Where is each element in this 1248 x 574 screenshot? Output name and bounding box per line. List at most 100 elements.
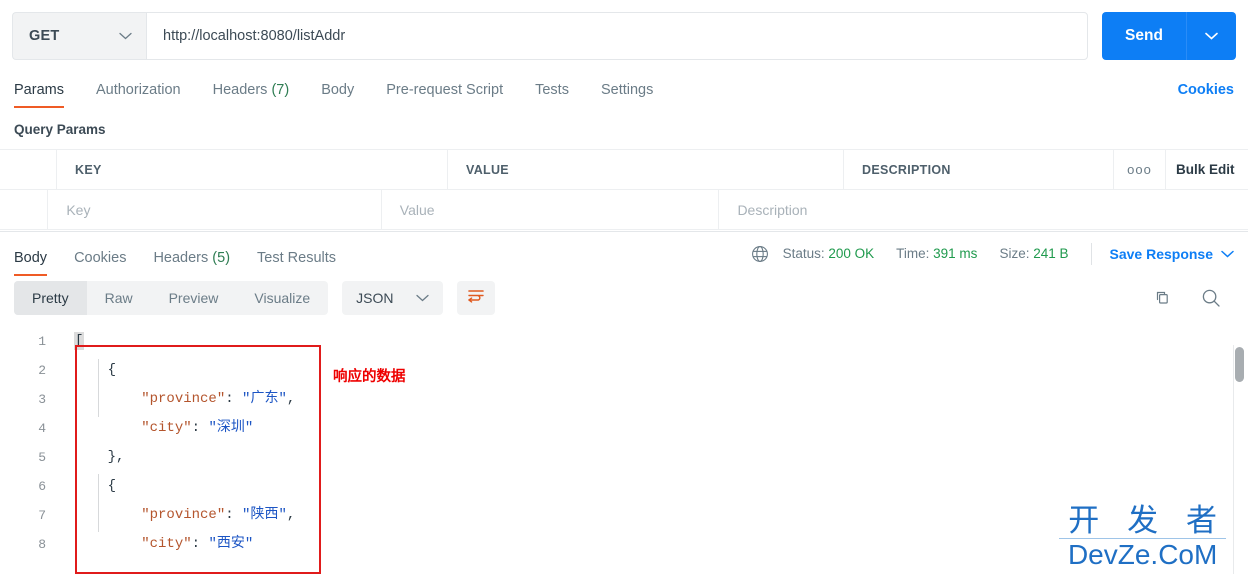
view-mode-pretty[interactable]: Pretty	[14, 281, 87, 315]
tab-authorization-label: Authorization	[95, 82, 181, 98]
bulk-edit-button[interactable]: Bulk Edit	[1166, 150, 1248, 189]
view-mode-visualize[interactable]: Visualize	[236, 281, 328, 315]
param-description-input[interactable]: Description	[719, 190, 1248, 229]
response-tab-cookies-label: Cookies	[74, 249, 127, 266]
tab-params-label: Params	[14, 82, 64, 98]
send-button[interactable]: Send	[1102, 12, 1186, 60]
line-number: 4	[38, 421, 46, 436]
send-options-button[interactable]	[1186, 12, 1236, 60]
table-options-button[interactable]: ooo	[1114, 150, 1166, 189]
vertical-scrollbar[interactable]	[1235, 345, 1244, 574]
cookies-link[interactable]: Cookies	[1178, 82, 1234, 108]
search-icon[interactable]	[1200, 287, 1222, 309]
divider	[1090, 242, 1092, 265]
code-token: "province"	[141, 507, 226, 523]
postman-window: GET http://localhost:8080/listAddr Send …	[0, 0, 1248, 574]
query-params-title: Query Params	[14, 122, 106, 137]
response-tab-test-results[interactable]: Test Results	[257, 250, 336, 276]
response-format-label: JSON	[356, 290, 394, 306]
time-label: Time:	[896, 246, 930, 261]
code-token: "西安"	[208, 536, 254, 552]
row-checkbox-cell[interactable]	[0, 190, 49, 229]
param-value-input[interactable]: Value	[382, 190, 720, 229]
line-number: 5	[38, 450, 46, 465]
column-header-description-label: DESCRIPTION	[862, 162, 951, 177]
status-badge: Status: 200 OK	[783, 246, 875, 261]
copy-icon[interactable]	[1152, 288, 1172, 308]
response-tab-cookies[interactable]: Cookies	[74, 250, 126, 276]
http-method-select[interactable]: GET	[12, 12, 146, 60]
tab-pre-request-script[interactable]: Pre-request Script	[386, 82, 503, 108]
response-tab-headers-label: Headers	[153, 249, 209, 266]
table-row: Key Value Description	[0, 190, 1248, 230]
scrollbar-track-line	[1233, 345, 1234, 574]
size-badge: Size: 241 B	[999, 246, 1068, 261]
column-header-description: DESCRIPTION	[844, 150, 1114, 189]
code-line: "province": "陕西",	[74, 501, 295, 530]
size-value: 241 B	[1033, 246, 1069, 261]
globe-icon	[751, 245, 769, 263]
more-options-icon: ooo	[1127, 162, 1152, 177]
save-response-button[interactable]: Save Response	[1110, 246, 1214, 262]
size-label: Size:	[999, 246, 1030, 261]
response-format-select[interactable]: JSON	[342, 281, 443, 315]
response-view-toolbar: Pretty Raw Preview Visualize JSON	[0, 275, 1248, 321]
tab-body-label: Body	[321, 82, 355, 98]
line-number: 2	[38, 363, 46, 378]
line-number: 6	[38, 479, 46, 494]
code-line: "city": "深圳"	[74, 414, 295, 443]
tab-headers-label: Headers	[212, 82, 268, 98]
response-body-viewer[interactable]: 12345678910 [ { "province": "广东", "city"…	[0, 321, 1248, 555]
code-token: }	[107, 449, 117, 465]
response-tab-headers[interactable]: Headers (5)	[153, 250, 230, 276]
line-number: 7	[38, 508, 46, 523]
annotation-text: 响应的数据	[333, 369, 406, 385]
column-header-key-label: KEY	[75, 162, 102, 177]
code-token: :	[191, 536, 209, 552]
column-header-value: VALUE	[448, 150, 844, 189]
response-tab-test-results-label: Test Results	[257, 249, 337, 266]
tab-headers[interactable]: Headers (7)	[213, 82, 290, 108]
response-meta: Status: 200 OK Time: 391 ms Size: 241 B …	[751, 242, 1234, 265]
wrap-lines-button[interactable]	[456, 281, 495, 315]
tab-tests[interactable]: Tests	[535, 82, 569, 108]
view-mode-preview[interactable]: Preview	[151, 281, 237, 315]
param-description-placeholder: Description	[737, 201, 808, 218]
request-url-input[interactable]: http://localhost:8080/listAddr	[146, 12, 1088, 60]
table-header-row: KEY VALUE DESCRIPTION ooo Bulk Edit	[0, 150, 1248, 190]
status-value: 200 OK	[828, 246, 875, 261]
request-tabs: Params Authorization Headers (7) Body Pr…	[0, 68, 1248, 108]
view-mode-segmented-control: Pretty Raw Preview Visualize	[14, 281, 329, 315]
chevron-down-icon	[119, 32, 132, 40]
tab-body[interactable]: Body	[321, 82, 354, 108]
code-token: "city"	[141, 536, 192, 552]
tab-authorization[interactable]: Authorization	[96, 82, 181, 108]
code-token: :	[191, 420, 209, 436]
code-line: },	[74, 443, 295, 472]
tab-settings[interactable]: Settings	[601, 82, 653, 108]
view-mode-raw[interactable]: Raw	[87, 281, 151, 315]
tab-pre-request-script-label: Pre-request Script	[386, 82, 504, 98]
code-token: "陕西"	[242, 507, 287, 523]
tab-params[interactable]: Params	[14, 82, 64, 108]
tab-settings-label: Settings	[600, 82, 654, 98]
param-key-input[interactable]: Key	[48, 190, 382, 229]
chevron-down-icon	[1205, 32, 1218, 40]
param-value-placeholder: Value	[399, 201, 435, 218]
scrollbar-thumb[interactable]	[1235, 347, 1244, 382]
chevron-down-icon	[415, 294, 429, 302]
code-line: "city": "西安"	[74, 530, 295, 555]
code-line: "province": "广东",	[74, 385, 295, 414]
code-token: {	[107, 478, 117, 494]
response-tab-body[interactable]: Body	[14, 250, 48, 276]
http-method-label: GET	[29, 28, 60, 44]
column-header-value-label: VALUE	[466, 162, 509, 177]
chevron-down-icon[interactable]	[1221, 250, 1234, 258]
